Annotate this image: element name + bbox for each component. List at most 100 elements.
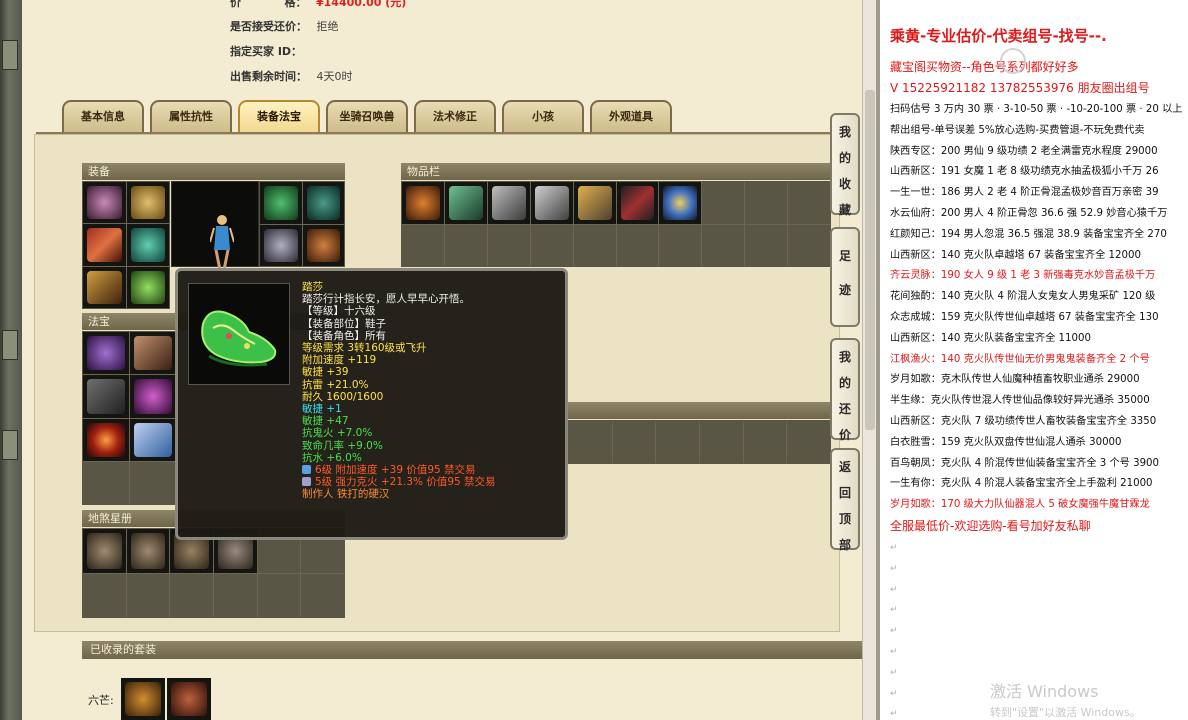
item-description: 踏莎行计指长安，愿人早早心开悟。 xyxy=(302,293,470,306)
inventory-slot[interactable] xyxy=(702,182,745,224)
equip-slot[interactable] xyxy=(302,182,344,224)
inventory-slot[interactable] xyxy=(530,224,573,266)
inventory-slot[interactable] xyxy=(487,182,530,224)
gem-2: 5级 强力克火 +21.3% 价值95 禁交易 xyxy=(315,476,496,489)
hat-icon xyxy=(663,186,698,220)
armor-icon xyxy=(130,228,165,262)
time-value: 4天0时 xyxy=(316,70,353,83)
inventory-slot[interactable] xyxy=(656,421,699,463)
bracelet-icon xyxy=(306,186,340,220)
line-break-icon: ↵ xyxy=(890,688,898,699)
desktop-edge xyxy=(0,0,22,720)
text-editor[interactable]: 乘黄-专业估价-代卖组号-找号--. 藏宝阁买物资--角色号系列都好好多 V 1… xyxy=(880,0,1188,720)
line-break-icon: ↵ xyxy=(890,563,898,574)
inventory-slot[interactable] xyxy=(569,421,612,463)
treasure-slot[interactable] xyxy=(130,418,176,461)
equip-slot[interactable] xyxy=(83,182,126,224)
star-slot[interactable] xyxy=(170,573,213,617)
equip-slot[interactable] xyxy=(126,224,169,266)
inventory-slot[interactable] xyxy=(402,224,444,266)
tab-basic-info[interactable]: 基本信息 xyxy=(62,100,144,133)
time-row: 出售剩余时间： 4天0时 xyxy=(230,68,353,84)
star-slot[interactable] xyxy=(214,573,257,617)
bead-icon xyxy=(406,186,440,220)
editor-line: 半生缘：克火队传世混人传世仙品像较好异光通杀 35000 xyxy=(890,395,1150,407)
price-value: ¥14400.00 (元) xyxy=(316,0,407,9)
scrollbar-thumb[interactable] xyxy=(865,90,875,430)
inventory-slot[interactable] xyxy=(530,182,573,224)
buyer-label: 指定买家 ID： xyxy=(230,45,303,58)
inventory-slot[interactable] xyxy=(745,224,788,266)
equip-slot[interactable] xyxy=(260,182,302,224)
equip-slot[interactable] xyxy=(126,266,169,308)
item-speed: 附加速度 +119 xyxy=(302,354,377,367)
equip-slot[interactable] xyxy=(83,224,126,266)
treasure-slot[interactable] xyxy=(130,332,176,375)
star-slot[interactable] xyxy=(126,529,170,573)
treasure-slot[interactable] xyxy=(130,375,176,418)
inventory-slot[interactable] xyxy=(788,224,830,266)
watermark-line-1: 激活 Windows xyxy=(990,682,1099,701)
inventory-slot[interactable] xyxy=(745,182,788,224)
inventory-slot[interactable] xyxy=(612,421,656,463)
inventory-slot[interactable] xyxy=(444,182,487,224)
star-slot[interactable] xyxy=(126,573,170,617)
inventory-slot[interactable] xyxy=(659,224,702,266)
star-slot[interactable] xyxy=(83,529,126,573)
inventory-slot[interactable] xyxy=(616,224,659,266)
inventory-slot[interactable] xyxy=(702,224,745,266)
page-scrollbar[interactable] xyxy=(862,0,876,720)
treasure-slot[interactable] xyxy=(83,461,129,504)
tab-attributes[interactable]: 属性抗性 xyxy=(150,100,232,133)
inventory-slot[interactable] xyxy=(573,182,616,224)
equip-slot[interactable] xyxy=(83,266,126,308)
equip-slot[interactable] xyxy=(302,224,344,266)
inventory-slot[interactable] xyxy=(573,224,616,266)
editor-line: 一生一世：186 男人 2 老 4 阶正骨混孟极妙音百万亲密 39 xyxy=(890,187,1159,199)
my-bargains-button[interactable]: 我的还价 xyxy=(830,338,860,442)
gem-icon xyxy=(302,477,311,487)
necklace-icon xyxy=(87,186,122,220)
back-to-top-button[interactable]: 返回顶部 xyxy=(830,448,860,552)
inventory-slot[interactable] xyxy=(659,182,702,224)
inventory-slot[interactable] xyxy=(700,421,743,463)
equip-slot[interactable] xyxy=(260,224,302,266)
equipment-title: 装备 xyxy=(82,163,345,180)
mask-icon xyxy=(264,186,298,220)
tab-appearance[interactable]: 外观道具 xyxy=(590,100,672,133)
item-role: 【装备角色】所有 xyxy=(302,329,386,342)
tab-spell-correction[interactable]: 法术修正 xyxy=(414,100,496,133)
inventory-slot[interactable] xyxy=(788,182,830,224)
scroll-icon xyxy=(134,336,172,371)
editor-line: 众志成城：159 克火队传世仙卓越塔 67 装备宝宝齐全 130 xyxy=(890,311,1159,323)
inventory-slot[interactable] xyxy=(616,182,659,224)
editor-line: 全服最低价-欢迎选购-看号加好友私聊 xyxy=(890,518,1091,533)
set-item[interactable] xyxy=(167,678,211,720)
inventory-slot[interactable] xyxy=(487,224,530,266)
ring-icon xyxy=(306,228,340,262)
treasure-slot[interactable] xyxy=(83,418,129,461)
tab-child[interactable]: 小孩 xyxy=(502,100,584,133)
inventory-slot[interactable] xyxy=(787,421,830,463)
treasure-slot[interactable] xyxy=(83,375,129,418)
treasure-slot[interactable] xyxy=(83,332,129,375)
star-slot[interactable] xyxy=(301,573,344,617)
treasure-slot[interactable] xyxy=(130,461,176,504)
item-crit: 致命几率 +9.0% xyxy=(302,439,383,452)
recording-badge-icon xyxy=(1000,48,1026,74)
editor-line: 百鸟朝凤：克火队 4 阶混传世仙装备宝宝齐全 3 个号 3900 xyxy=(890,457,1160,469)
equip-slot[interactable] xyxy=(126,182,169,224)
editor-line: 帮出组号-单号误差 5%放心选购-买费管退-不玩免费代卖 xyxy=(890,124,1145,136)
set-item[interactable] xyxy=(121,678,165,720)
inventory-slot[interactable] xyxy=(743,421,787,463)
my-favorites-button[interactable]: 我的收藏 xyxy=(830,113,860,217)
inventory-slot[interactable] xyxy=(402,182,444,224)
crystal-icon xyxy=(134,422,172,457)
star-slot[interactable] xyxy=(257,573,301,617)
ring-icon xyxy=(264,228,298,262)
history-button[interactable]: 足迹 xyxy=(830,227,860,327)
inventory-slot[interactable] xyxy=(444,224,487,266)
tab-equipment[interactable]: 装备法宝 xyxy=(238,100,320,133)
star-slot[interactable] xyxy=(83,573,126,617)
tab-mounts-pets[interactable]: 坐骑召唤兽 xyxy=(326,100,408,133)
